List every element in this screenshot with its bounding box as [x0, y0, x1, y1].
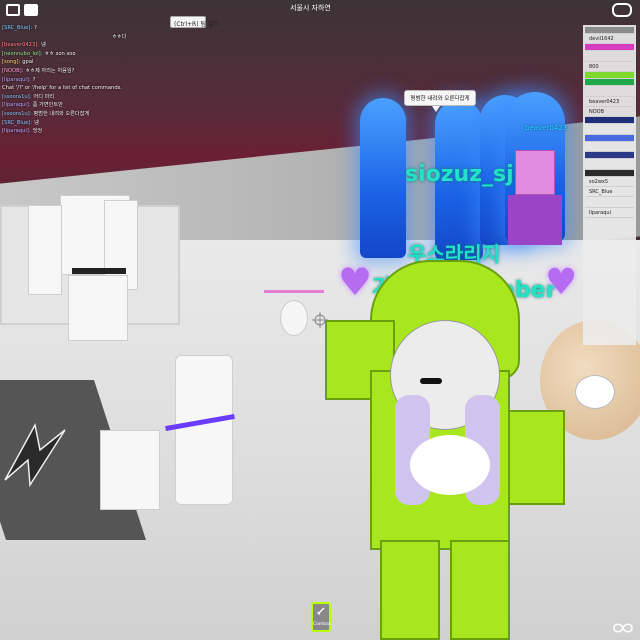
chat-message: ? [32, 76, 36, 83]
chat-sender[interactable]: [Ilparaqui]: [2, 102, 31, 108]
team-header[interactable] [585, 152, 634, 160]
team-header[interactable] [585, 169, 634, 177]
player-entry[interactable] [585, 86, 634, 97]
chat-sender[interactable]: [neonnubo_lol]: [2, 51, 42, 57]
chat-sender[interactable]: [SRC_Blue]: [2, 25, 32, 31]
black-belt [72, 268, 126, 274]
player-entry[interactable]: so2wx5 [585, 177, 634, 187]
chat-line: [NOOB]: ㅎㅎ제 자리는 처음임? [2, 67, 162, 76]
player-entry[interactable]: NOOB [585, 107, 634, 118]
team-header[interactable] [585, 72, 634, 80]
infinity-logo-icon [613, 623, 633, 633]
speech-bubble: 평범한 내려와 오른다잡게 [404, 90, 476, 106]
sword-icon [317, 607, 325, 615]
chat-message: 평범한 내려와 오른다잡게 [33, 110, 90, 117]
chat-line: [neonnubo_lol]: ㅎㅎ son soo [2, 50, 162, 59]
more-options-icon[interactable] [612, 3, 632, 17]
lying-character-leg [100, 430, 160, 510]
team-header[interactable] [585, 27, 634, 34]
chat-line: [ssoora1u]: 어디 마리 [2, 93, 162, 102]
seal-plush [280, 300, 308, 336]
chat-message: ㅎㅎ son soo [44, 50, 76, 57]
other-player-nametag: beaver0423 [525, 124, 568, 132]
team-header[interactable] [585, 117, 634, 125]
team-header[interactable] [585, 134, 634, 142]
player-list[interactable]: devil1642 800 beaver0423 NOOB so2wx5 SRC_Blue… [583, 25, 636, 345]
player-entry[interactable] [585, 197, 634, 208]
chat-line: [ssoora1u]: 평범한 내려와 오른다잡게 [2, 110, 162, 119]
chat-line: [SRC_Blue]: 넹 [2, 119, 162, 128]
chat-line: Chat '/?' or '/help' for a list of chat … [2, 84, 162, 93]
chat-sender[interactable]: [SRC_Blue]: [2, 120, 32, 126]
chat-line: [song]: gpal [2, 58, 162, 67]
chat-toggle-hint[interactable]: (Ctrl+R) 팀 알기 [170, 16, 219, 28]
player-entry[interactable]: devil1642 [585, 34, 634, 45]
chat-message: ? [34, 25, 37, 31]
team-header[interactable] [585, 79, 634, 87]
chat-message: 어디 마리 [33, 93, 55, 100]
chat-sender[interactable]: [ssoora1u]: [2, 111, 31, 117]
roblox-menu-icon[interactable] [6, 4, 20, 16]
player-entry[interactable] [585, 124, 634, 135]
pink-character-body [508, 195, 562, 245]
player-entry[interactable]: SRC_Blue [585, 187, 634, 198]
chat-line: ㅎㅎ다 [2, 33, 162, 42]
chat-line: [SRC_Blue]:? [2, 24, 162, 33]
top-bar: 서울시 자하연 [0, 0, 640, 20]
chat-sender[interactable]: [Ilparaqui]: [2, 128, 31, 134]
team-header[interactable] [585, 44, 634, 52]
chat-line: [Ilparaqui]: 좀 가면인트만 [2, 101, 162, 110]
chat-message: 엉엉 [32, 128, 43, 135]
chat-message: 넹 [41, 42, 46, 49]
game-title: 서울시 자하연 [290, 4, 331, 12]
floating-name-1: siozuz_sj [405, 162, 514, 187]
chat-line: [Ilparaqui]:? [2, 76, 162, 85]
player-entry[interactable] [585, 142, 634, 153]
taekwondo-character-arm-left [28, 205, 62, 295]
chat-message: 넹 [34, 119, 39, 126]
chat-log[interactable]: [SRC_Blue]:? ㅎㅎ다 [beaver0423]: 넹 [neonnubo_l… [2, 24, 162, 136]
chat-sender[interactable]: [song]: [2, 59, 20, 65]
chat-sender[interactable]: [Ilparaqui]: [2, 77, 31, 83]
player-entry[interactable] [585, 159, 634, 170]
player-entry[interactable] [585, 51, 634, 62]
speech-bubble-tail [432, 106, 440, 112]
pink-character-head [515, 150, 555, 195]
chat-icon[interactable] [24, 4, 38, 16]
chat-message: ㅎㅎ제 자리는 처음임? [25, 67, 75, 74]
player-entry[interactable]: beaver0423 [585, 97, 634, 107]
chat-line: [beaver0423]: 넹 [2, 41, 162, 50]
chat-message: ㅎㅎ다 [112, 33, 127, 40]
chat-sender[interactable]: [beaver0423]: [2, 42, 39, 48]
chat-message: Chat '/?' or '/help' for a list of chat … [2, 85, 122, 92]
lying-character [175, 355, 233, 505]
bunny-plush [575, 375, 615, 409]
blue-wing-left [360, 98, 406, 258]
chat-message: 좀 가면인트만 [32, 102, 63, 109]
chat-sender[interactable]: [NOOB]: [2, 68, 23, 74]
chat-line: [Ilparaqui]: 엉엉 [2, 127, 162, 136]
player-entry[interactable]: Ilparaqui [585, 208, 634, 219]
chat-message: gpal [22, 59, 34, 66]
player-avatar [325, 260, 565, 640]
combat-label: Combat [313, 622, 331, 627]
chat-sender[interactable]: [ssoora1u]: [2, 94, 31, 100]
player-entry[interactable]: 800 [585, 62, 634, 73]
pink-beam [264, 290, 324, 293]
taekwondo-character-legs [68, 275, 128, 341]
rug-logo-icon [4, 422, 66, 488]
